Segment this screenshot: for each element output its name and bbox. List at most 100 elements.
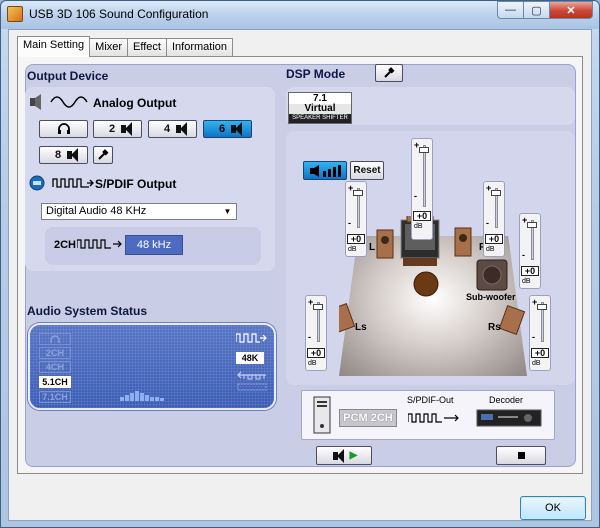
digital-output-icon — [237, 371, 267, 391]
minus-label: - — [486, 218, 489, 228]
subwoofer-volume-value: +0 — [521, 266, 539, 276]
channel-2-button[interactable]: 2 — [93, 120, 142, 138]
subwoofer-volume-unit: dB — [522, 278, 531, 285]
ok-button[interactable]: OK — [520, 496, 586, 520]
status-headphone-indicator — [39, 333, 71, 345]
minus-label: - — [532, 332, 535, 342]
channel-4-label: 4 — [163, 123, 171, 135]
speaker-settings-button[interactable] — [93, 146, 113, 164]
spdif-format-select[interactable]: Digital Audio 48 KHz ▼ — [41, 203, 237, 220]
analog-output-icon — [30, 94, 88, 110]
app-window: USB 3D 106 Sound Configuration — ▢ ✕ Mai… — [0, 0, 600, 528]
status-sample-rate: 48K — [236, 352, 264, 364]
volume-bars-icon — [310, 164, 341, 177]
stop-button[interactable] — [496, 446, 546, 465]
tab-strip: Main Setting Mixer Effect Information — [17, 36, 234, 57]
status-2ch: 2CH — [39, 347, 71, 359]
status-4ch: 4CH — [39, 361, 71, 373]
status-7-1ch: 7.1CH — [39, 391, 71, 403]
spdif-signal-icon — [408, 413, 459, 423]
reset-button[interactable]: Reset — [350, 161, 384, 180]
stop-icon — [517, 452, 525, 459]
hammer-icon — [384, 67, 395, 78]
right-surround-label: Rs — [488, 322, 501, 333]
spdif-output-label: S/PDIF Output — [95, 177, 177, 191]
slider-thumb[interactable] — [419, 147, 429, 153]
status-5-1ch: 5.1CH — [39, 376, 71, 388]
analog-output-label: Analog Output — [93, 96, 177, 110]
speaker-icon — [67, 148, 79, 162]
tab-main-setting[interactable]: Main Setting — [17, 36, 91, 57]
channel-8-button[interactable]: 8 — [39, 146, 88, 164]
subwoofer-volume-slider[interactable]: + - +0 dB — [519, 213, 541, 289]
slider-thumb[interactable] — [527, 222, 537, 228]
decoder-label: Decoder — [489, 395, 524, 405]
right-surround-volume-slider[interactable]: + - +0 dB — [529, 295, 551, 371]
app-icon — [7, 6, 23, 22]
left-surround-label: Ls — [355, 322, 367, 333]
headphones-icon — [57, 123, 70, 134]
tab-effect[interactable]: Effect — [127, 38, 167, 56]
right-surround-volume-value: +0 — [531, 348, 549, 358]
volume-level-button[interactable] — [303, 161, 347, 180]
left-surround-volume-unit: dB — [308, 360, 317, 367]
dsp-settings-button[interactable] — [375, 64, 403, 82]
spdif-format-value: Digital Audio 48 KHz — [46, 205, 147, 217]
badge-virtual: Virtual — [289, 104, 351, 114]
badge-speaker-shifter: SPEAKER SHIFTER — [289, 114, 351, 123]
tab-information[interactable]: Information — [165, 38, 234, 56]
digital-signal-icon — [77, 239, 122, 249]
right-volume-slider[interactable]: + - +0 dB — [483, 181, 505, 257]
speaker-icon — [121, 122, 133, 136]
left-volume-value: +0 — [347, 234, 365, 244]
channel-2-label: 2 — [108, 123, 116, 135]
center-volume-value: +0 — [413, 211, 431, 221]
left-volume-unit: dB — [348, 246, 357, 253]
pc-tower-icon — [313, 396, 331, 434]
test-play-button[interactable]: ▶ — [316, 446, 372, 465]
slider-thumb[interactable] — [491, 190, 501, 196]
spdif-channel-label: 2CH — [54, 239, 77, 251]
slider-thumb[interactable] — [537, 304, 547, 310]
left-surround-volume-slider[interactable]: + - +0 dB — [305, 295, 327, 371]
channel-4-button[interactable]: 4 — [148, 120, 197, 138]
virtual-speaker-shifter-badge[interactable]: 7.1 Virtual SPEAKER SHIFTER — [288, 92, 352, 124]
speaker-icon — [231, 122, 243, 136]
right-volume-unit: dB — [486, 246, 495, 253]
channel-6-button[interactable]: 6 — [203, 120, 252, 138]
hammer-icon — [98, 149, 109, 160]
output-device-title: Output Device — [27, 69, 109, 83]
right-surround-volume-unit: dB — [532, 360, 541, 367]
audio-system-status-title: Audio System Status — [27, 304, 148, 318]
minus-label: - — [522, 250, 525, 260]
speaker-icon — [176, 122, 188, 136]
headphone-button[interactable] — [39, 120, 88, 138]
slider-thumb[interactable] — [313, 304, 323, 310]
play-icon: ▶ — [349, 450, 358, 461]
center-volume-unit: dB — [414, 223, 423, 230]
decoder-receiver-icon — [476, 409, 542, 427]
slider-thumb[interactable] — [353, 190, 363, 196]
maximize-button[interactable]: ▢ — [523, 1, 550, 19]
close-button[interactable]: ✕ — [549, 1, 593, 19]
center-volume-slider[interactable]: + - +0 dB — [411, 138, 433, 240]
dsp-mode-title: DSP Mode — [286, 67, 346, 81]
minimize-button[interactable]: — — [497, 1, 524, 19]
channel-6-label: 6 — [218, 123, 226, 135]
spdif-output-icon — [29, 175, 94, 191]
subwoofer-label: Sub-woofer — [466, 292, 516, 302]
minus-label: - — [414, 191, 417, 201]
minus-label: - — [308, 332, 311, 342]
channel-8-label: 8 — [54, 149, 62, 161]
left-speaker-label: L — [369, 242, 376, 253]
chevron-down-icon: ▼ — [223, 207, 232, 216]
title-bar[interactable]: USB 3D 106 Sound Configuration — ▢ ✕ — [1, 1, 599, 29]
left-volume-slider[interactable]: + - +0 dB — [345, 181, 367, 257]
right-volume-value: +0 — [485, 234, 503, 244]
level-meter — [120, 391, 164, 401]
speaker-icon — [332, 448, 344, 463]
audio-status-display: 2CH 4CH 5.1CH 7.1CH 48K — [28, 323, 276, 410]
window-title: USB 3D 106 Sound Configuration — [29, 7, 209, 21]
tab-mixer[interactable]: Mixer — [89, 38, 129, 56]
slider-track — [423, 145, 426, 207]
